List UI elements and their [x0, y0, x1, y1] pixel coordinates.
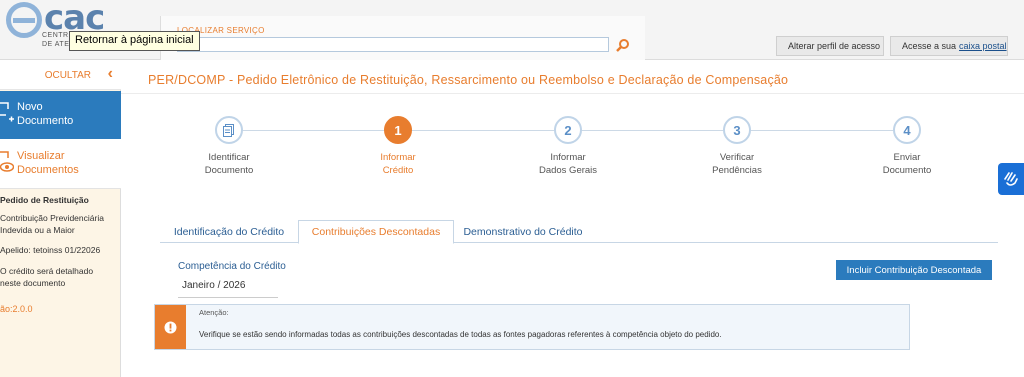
add-contribution-button[interactable]: Incluir Contribuição Descontada	[836, 260, 992, 280]
tab-demonstrativo-credito[interactable]: Demonstrativo do Crédito	[454, 220, 592, 243]
hide-sidebar-button[interactable]: OCULTAR ‹	[0, 60, 121, 90]
step-label: Enviar Documento	[847, 151, 967, 177]
step-informar-credito[interactable]: 1 Informar Crédito	[338, 116, 458, 177]
mailbox-prefix: Acesse a sua	[902, 41, 957, 51]
exclamation-icon	[164, 321, 177, 333]
step-label-line2: Dados Gerais	[538, 165, 598, 176]
step-informar-dados-gerais[interactable]: 2 Informar Dados Gerais	[508, 116, 628, 177]
chevron-left-icon: ‹	[107, 65, 113, 82]
info-detail: O crédito será detalhado neste documento	[0, 265, 121, 289]
new-document-button[interactable]: Novo Documento	[0, 91, 121, 139]
view-documents-line2: Documentos	[17, 164, 79, 176]
hide-sidebar-label: OCULTAR	[44, 70, 91, 81]
home-tooltip: Retornar à página inicial	[69, 31, 200, 51]
title-divider	[121, 93, 1024, 94]
accessibility-button[interactable]	[998, 163, 1024, 195]
document-icon	[223, 123, 234, 137]
alert-icon-box	[155, 305, 186, 349]
page-title: PER/DCOMP - Pedido Eletrônico de Restitu…	[148, 73, 789, 87]
view-documents-button[interactable]: Visualizar Documentos	[0, 139, 121, 189]
step-label: Informar Crédito	[338, 151, 458, 177]
new-document-label: Novo Documento	[17, 100, 73, 128]
version-label: ão:2.0.0	[0, 304, 33, 314]
alert-title: Atenção:	[199, 308, 229, 317]
step-circle	[215, 116, 243, 144]
view-documents-line1: Visualizar	[17, 150, 65, 162]
info-description-line1: Contribuição Previdenciária	[0, 213, 104, 223]
info-detail-line1: O crédito será detalhado	[0, 266, 94, 276]
step-label-line1: Enviar	[893, 152, 921, 163]
step-label-line1: Verificar	[719, 152, 755, 163]
mailbox-button[interactable]: Acesse a sua caixa postal	[890, 36, 1008, 56]
step-circle: 3	[723, 116, 751, 144]
info-detail-line2: neste documento	[0, 278, 66, 288]
new-document-icon	[0, 102, 14, 122]
step-enviar-documento[interactable]: 4 Enviar Documento	[847, 116, 967, 177]
competencia-value: Janeiro / 2026	[178, 280, 278, 298]
step-label-line2: Crédito	[382, 165, 414, 176]
step-circle: 1	[384, 116, 412, 144]
attention-alert: Atenção: Verifique se estão sendo inform…	[154, 304, 910, 350]
step-label-line1: Informar	[550, 152, 586, 163]
search-area: LOCALIZAR SERVIÇO	[160, 16, 645, 60]
search-icon[interactable]	[616, 38, 630, 52]
change-profile-button[interactable]: Alterar perfil de acesso	[776, 36, 884, 56]
step-label: Verificar Pendências	[677, 151, 797, 177]
info-alias: Apelido: tetoinss 01/22026	[0, 245, 101, 255]
step-label-line1: Identificar	[208, 152, 250, 163]
sign-language-icon	[1004, 172, 1018, 186]
tab-identificacao-credito[interactable]: Identificação do Crédito	[160, 220, 298, 243]
alert-text: Verifique se estão sendo informadas toda…	[199, 330, 722, 339]
step-circle: 4	[893, 116, 921, 144]
info-description-line2: Indevida ou a Maior	[0, 225, 75, 235]
step-label-line2: Documento	[882, 165, 932, 176]
info-description: Contribuição Previdenciária Indevida ou …	[0, 212, 121, 236]
new-document-line2: Documento	[17, 115, 74, 127]
step-label-line2: Documento	[204, 165, 254, 176]
step-verificar-pendencias[interactable]: 3 Verificar Pendências	[677, 116, 797, 177]
credit-tabs: Identificação do Crédito Contribuições D…	[160, 220, 998, 244]
top-header: cac CENTRO DE ATEN LOCALIZAR SERVIÇO Alt…	[0, 0, 1024, 60]
change-profile-label: Alterar perfil de acesso	[788, 41, 881, 51]
step-label-line1: Informar	[380, 152, 416, 163]
info-request-type: Pedido de Restituição	[0, 195, 89, 205]
view-documents-label: Visualizar Documentos	[17, 149, 79, 177]
competencia-label: Competência do Crédito	[178, 261, 286, 272]
step-label: Informar Dados Gerais	[508, 151, 628, 177]
mailbox-link[interactable]: caixa postal	[959, 41, 1007, 51]
step-identificar[interactable]: Identificar Documento	[169, 116, 289, 177]
logo-e-mark	[6, 2, 42, 38]
step-circle: 2	[554, 116, 582, 144]
step-label-line2: Pendências	[712, 165, 762, 176]
step-label: Identificar Documento	[169, 151, 289, 177]
new-document-line1: Novo	[17, 101, 43, 113]
eye-icon	[0, 151, 14, 172]
search-input[interactable]	[177, 37, 609, 52]
tab-contribuicoes-descontadas[interactable]: Contribuições Descontadas	[298, 220, 454, 244]
sidebar: OCULTAR ‹ Novo Documento Visualizar Docu…	[0, 60, 121, 377]
